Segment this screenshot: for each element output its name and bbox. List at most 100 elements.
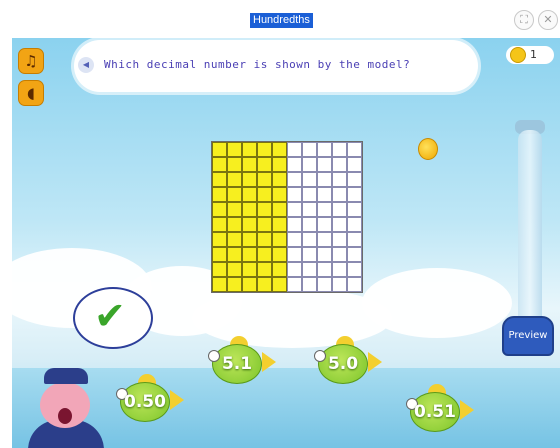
grid-cell bbox=[332, 142, 347, 157]
grid-cell-shaded bbox=[227, 172, 242, 187]
grid-cell bbox=[347, 262, 362, 277]
grid-cell-shaded bbox=[242, 277, 257, 292]
grid-cell-shaded bbox=[227, 247, 242, 262]
music-icon[interactable]: ♫ bbox=[18, 48, 44, 74]
grid-cell bbox=[347, 202, 362, 217]
grid-cell bbox=[317, 202, 332, 217]
fullscreen-icon[interactable]: ⛶ bbox=[514, 10, 534, 30]
coin-count: 1 bbox=[530, 48, 537, 61]
grid-cell-shaded bbox=[257, 187, 272, 202]
grid-cell-shaded bbox=[272, 277, 287, 292]
coin-counter: 1 bbox=[506, 46, 554, 64]
grid-cell-shaded bbox=[257, 277, 272, 292]
answer-label: 0.51 bbox=[414, 402, 456, 422]
grid-cell bbox=[302, 262, 317, 277]
grid-cell bbox=[302, 157, 317, 172]
grid-cell bbox=[332, 247, 347, 262]
cloud bbox=[192, 288, 392, 348]
speaker-icon[interactable]: ◀ bbox=[78, 57, 94, 73]
grid-cell-shaded bbox=[242, 142, 257, 157]
grid-cell-shaded bbox=[227, 187, 242, 202]
preview-button[interactable]: Preview bbox=[502, 316, 554, 356]
grid-cell bbox=[347, 187, 362, 202]
window-title: Hundredths bbox=[250, 13, 313, 28]
grid-cell-shaded bbox=[272, 247, 287, 262]
game-scene: ♫ ◖ ◀ Which decimal number is shown by t… bbox=[12, 38, 560, 448]
title-bar: Hundredths ⛶ ✕ bbox=[0, 0, 560, 38]
grid-cell bbox=[332, 232, 347, 247]
grid-cell-shaded bbox=[227, 217, 242, 232]
grid-cell bbox=[347, 217, 362, 232]
grid-cell bbox=[332, 277, 347, 292]
grid-cell bbox=[332, 187, 347, 202]
coin-icon bbox=[510, 47, 526, 63]
grid-cell-shaded bbox=[257, 202, 272, 217]
grid-cell bbox=[302, 202, 317, 217]
grid-cell-shaded bbox=[242, 187, 257, 202]
grid-cell bbox=[287, 172, 302, 187]
answer-label: 5.0 bbox=[327, 354, 359, 374]
grid-cell bbox=[317, 172, 332, 187]
grid-cell bbox=[317, 232, 332, 247]
hundredths-grid-model bbox=[211, 141, 363, 293]
progress-tube bbox=[518, 130, 542, 340]
grid-cell-shaded bbox=[212, 262, 227, 277]
grid-cell-shaded bbox=[242, 202, 257, 217]
grid-cell bbox=[347, 247, 362, 262]
grid-cell bbox=[332, 262, 347, 277]
grid-cell-shaded bbox=[257, 172, 272, 187]
grid-cell bbox=[347, 277, 362, 292]
grid-cell bbox=[332, 157, 347, 172]
grid-cell-shaded bbox=[227, 202, 242, 217]
grid-cell-shaded bbox=[227, 232, 242, 247]
grid-cell-shaded bbox=[212, 247, 227, 262]
grid-cell bbox=[332, 217, 347, 232]
grid-cell bbox=[347, 172, 362, 187]
grid-cell-shaded bbox=[242, 247, 257, 262]
grid-cell-shaded bbox=[257, 262, 272, 277]
answer-fish[interactable]: 0.51 bbox=[402, 384, 474, 434]
answer-fish[interactable]: 0.50 bbox=[112, 374, 184, 424]
grid-cell-shaded bbox=[212, 187, 227, 202]
grid-cell bbox=[287, 247, 302, 262]
checkmark-icon: ✔ bbox=[94, 294, 126, 338]
grid-cell bbox=[317, 247, 332, 262]
answer-fish[interactable]: 5.0 bbox=[310, 336, 382, 386]
grid-cell bbox=[302, 187, 317, 202]
grid-cell-shaded bbox=[272, 202, 287, 217]
grid-cell bbox=[317, 157, 332, 172]
grid-cell-shaded bbox=[227, 142, 242, 157]
answer-fish[interactable]: 5.1 bbox=[204, 336, 276, 386]
answer-label: 5.1 bbox=[221, 354, 253, 374]
grid-cell bbox=[287, 187, 302, 202]
grid-cell-shaded bbox=[272, 187, 287, 202]
grid-cell bbox=[317, 187, 332, 202]
grid-cell bbox=[347, 157, 362, 172]
grid-cell-shaded bbox=[242, 172, 257, 187]
grid-cell bbox=[287, 232, 302, 247]
grid-cell-shaded bbox=[272, 172, 287, 187]
grid-cell-shaded bbox=[212, 142, 227, 157]
grid-cell-shaded bbox=[212, 172, 227, 187]
grid-cell bbox=[302, 142, 317, 157]
pig-captain-character bbox=[22, 368, 110, 448]
grid-cell-shaded bbox=[227, 262, 242, 277]
question-text: Which decimal number is shown by the mod… bbox=[104, 58, 411, 71]
grid-cell-shaded bbox=[272, 142, 287, 157]
close-icon[interactable]: ✕ bbox=[538, 10, 558, 30]
grid-cell-shaded bbox=[272, 157, 287, 172]
grid-cell bbox=[332, 202, 347, 217]
grid-cell-shaded bbox=[257, 217, 272, 232]
grid-cell bbox=[347, 232, 362, 247]
grid-cell-shaded bbox=[242, 157, 257, 172]
grid-cell bbox=[287, 157, 302, 172]
grid-cell bbox=[287, 217, 302, 232]
grid-cell-shaded bbox=[242, 232, 257, 247]
grid-cell-shaded bbox=[272, 262, 287, 277]
gold-coin-icon bbox=[418, 138, 438, 160]
grid-cell-shaded bbox=[212, 217, 227, 232]
grid-cell-shaded bbox=[212, 277, 227, 292]
sound-icon[interactable]: ◖ bbox=[18, 80, 44, 106]
grid-cell bbox=[302, 247, 317, 262]
grid-cell-shaded bbox=[257, 232, 272, 247]
